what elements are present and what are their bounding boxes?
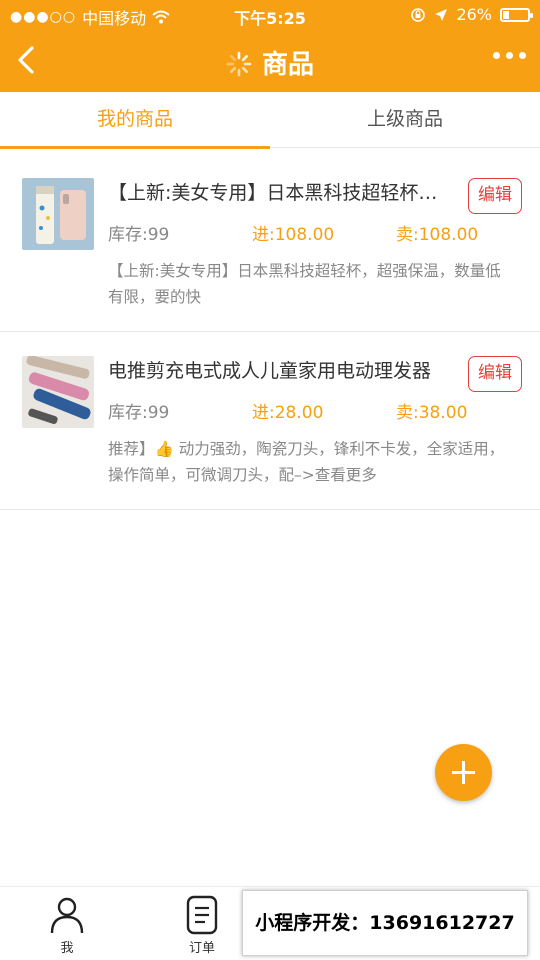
more-dots-icon [493,52,500,59]
product-item[interactable]: 电推剪充电式成人儿童家用电动理发器 编辑 库存:99 进:28.00 卖:38.… [0,332,540,510]
product-title[interactable]: 电推剪充电式成人儿童家用电动理发器 [108,356,458,383]
product-stock: 库存:99 [108,225,170,245]
battery-percent: 26% [456,5,492,24]
tab-my-products[interactable]: 我的商品 [0,92,270,149]
product-image [22,178,94,250]
loading-spinner-icon [226,51,252,77]
more-dot [519,52,526,59]
product-sell-price: 卖:38.00 [396,403,468,423]
top-bar: ●●●○○ 中国移动 下午5:25 26% 商品 [0,0,540,92]
product-list: 【上新:美女专用】日本黑科技超轻杯… 编辑 库存:99 进:108.00 卖:1… [0,154,540,510]
tab-bar: 我的商品 上级商品 [0,92,540,149]
nav-bar: 商品 [0,30,540,92]
product-item[interactable]: 【上新:美女专用】日本黑科技超轻杯… 编辑 库存:99 进:108.00 卖:1… [0,154,540,332]
product-thumbnail[interactable] [22,178,94,250]
orientation-lock-icon [411,7,426,22]
product-meta: 库存:99 进:28.00 卖:38.00 [108,398,528,423]
edit-button[interactable]: 编辑 [468,178,522,214]
product-image [22,356,94,428]
promo-banner: 小程序开发：13691612727 [242,890,528,956]
product-buy-price: 进:108.00 [252,225,335,245]
tabbar-item-orders[interactable]: 订单 [167,895,237,956]
page-title: 商品 [261,50,314,80]
product-title[interactable]: 【上新:美女专用】日本黑科技超轻杯… [108,178,458,205]
product-description: 【上新:美女专用】日本黑科技超轻杯，超强保温，数量低有限，要的快 [108,262,501,306]
nav-title-wrap: 商品 [0,44,540,81]
tabbar-label-me: 我 [60,941,74,956]
tab-parent-products[interactable]: 上级商品 [270,92,540,147]
tabbar-item-me[interactable]: 我 [32,895,102,956]
product-buy-price: 进:28.00 [252,403,324,423]
person-icon [50,897,84,934]
order-document-icon [186,895,218,935]
battery-icon [500,7,533,22]
product-meta: 库存:99 进:108.00 卖:108.00 [108,220,528,245]
location-arrow-icon [435,8,448,21]
tabbar-label-orders: 订单 [188,941,215,956]
product-thumbnail[interactable] [22,356,94,428]
add-product-button[interactable] [435,744,492,801]
edit-button[interactable]: 编辑 [468,356,522,392]
more-dot [506,52,513,59]
product-description: 推荐】👍 动力强劲，陶瓷刀头，锋利不卡发，全家适用，操作简单，可微调刀头，配–>… [108,440,505,484]
product-sell-price: 卖:108.00 [396,225,479,245]
status-bar: ●●●○○ 中国移动 下午5:25 26% [0,0,540,30]
product-stock: 库存:99 [108,403,170,423]
more-button[interactable] [493,52,526,59]
